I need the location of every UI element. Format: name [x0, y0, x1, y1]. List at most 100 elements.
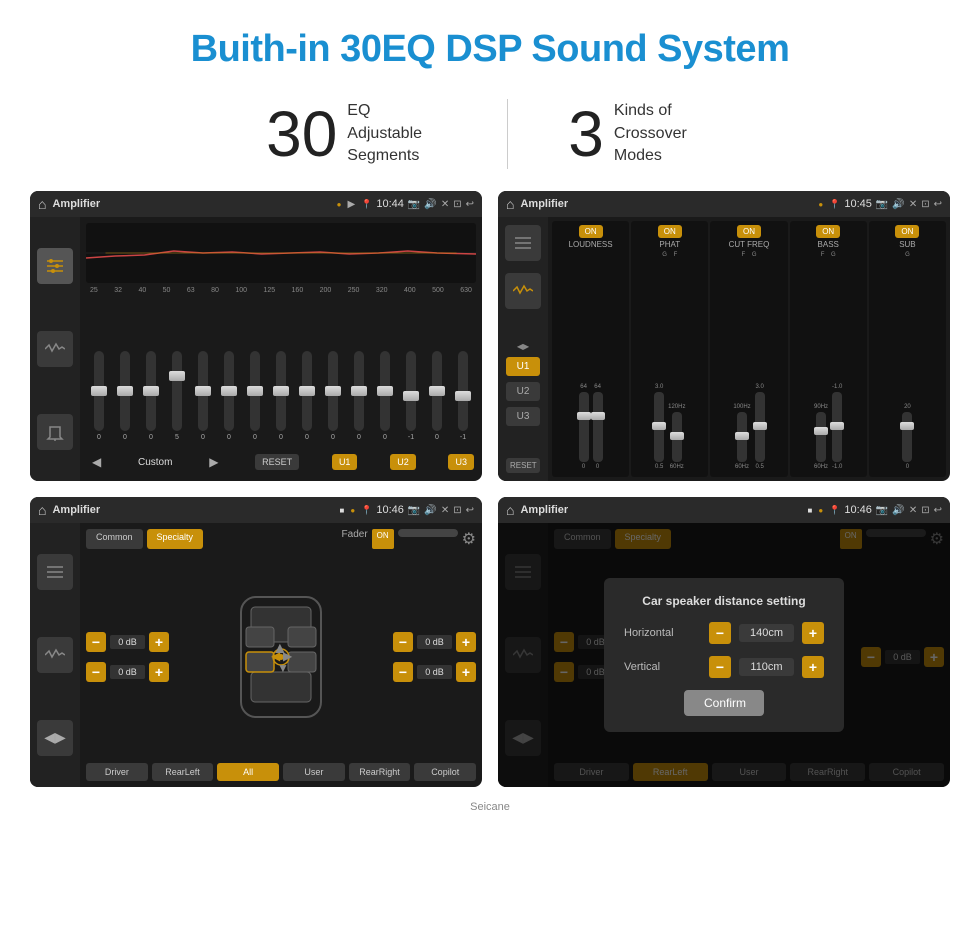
cross-sidebar-wave[interactable]: [505, 273, 541, 309]
eq-slider-12[interactable]: -1: [406, 351, 416, 441]
db-rr-minus[interactable]: −: [393, 662, 413, 682]
close-icon-2[interactable]: ✕: [909, 199, 917, 210]
eq-slider-6[interactable]: 0: [250, 351, 260, 441]
eq-slider-13[interactable]: 0: [432, 351, 442, 441]
eq-u1-btn[interactable]: U1: [332, 454, 358, 470]
cutfreq-sliders: 100Hz 60Hz 3.0 0.5: [733, 260, 764, 470]
spk-copilot-btn[interactable]: Copilot: [414, 763, 476, 781]
topbar-title-1: Amplifier: [52, 198, 330, 210]
db-rr-plus[interactable]: +: [456, 662, 476, 682]
eq-sidebar-btn-3[interactable]: [37, 414, 73, 450]
back-icon-3[interactable]: ↩: [466, 505, 474, 516]
cross-u3-btn[interactable]: U3: [506, 407, 540, 426]
eq-sidebar-btn-2[interactable]: [37, 331, 73, 367]
topbar-right-2: 📍 10:45 📷 🔊 ✕ ⊡ ↩: [829, 198, 942, 210]
eq-label: EQ AdjustableSegments: [347, 100, 447, 167]
eq-u3-btn[interactable]: U3: [448, 454, 474, 470]
dialog-vertical-plus[interactable]: +: [802, 656, 824, 678]
spk-sidebar-1[interactable]: [37, 554, 73, 590]
dialog-vertical-value: 110cm: [739, 658, 794, 676]
spk-user-btn[interactable]: User: [283, 763, 345, 781]
dialog-horizontal-plus[interactable]: +: [802, 622, 824, 644]
topbar-title-2: Amplifier: [520, 198, 812, 210]
eq-slider-0[interactable]: 0: [94, 351, 104, 441]
loudness-sliders: 64 0 64 0: [579, 252, 603, 470]
back-icon-2[interactable]: ↩: [934, 199, 942, 210]
cross-sidebar-icon[interactable]: [505, 225, 541, 261]
eq-slider-5[interactable]: 0: [224, 351, 234, 441]
eq-slider-2[interactable]: 0: [146, 351, 156, 441]
db-rl-plus[interactable]: +: [149, 662, 169, 682]
db-fr-plus[interactable]: +: [456, 632, 476, 652]
stats-row: 30 EQ AdjustableSegments 3 Kinds ofCross…: [0, 81, 980, 191]
camera-icon-4[interactable]: 📷: [876, 505, 888, 516]
spk-rearright-btn[interactable]: RearRight: [349, 763, 411, 781]
eq-sidebar-btn-1[interactable]: [37, 248, 73, 284]
eq-slider-10[interactable]: 0: [354, 351, 364, 441]
dialog-horizontal-minus[interactable]: −: [709, 622, 731, 644]
location-icon-4: 📍: [829, 505, 840, 516]
topbar-dot-3: ■: [339, 506, 344, 515]
spk-rearleft-btn[interactable]: RearLeft: [152, 763, 214, 781]
eq-slider-7[interactable]: 0: [276, 351, 286, 441]
fader-track[interactable]: [398, 529, 458, 537]
dialog-vertical-minus[interactable]: −: [709, 656, 731, 678]
sound-icon-2[interactable]: 🔊: [892, 199, 904, 210]
window-icon-2[interactable]: ⊡: [921, 199, 929, 210]
eq-slider-9[interactable]: 0: [328, 351, 338, 441]
eq-slider-8[interactable]: 0: [302, 351, 312, 441]
close-icon-3[interactable]: ✕: [441, 505, 449, 516]
eq-slider-11[interactable]: 0: [380, 351, 390, 441]
camera-icon-2[interactable]: 📷: [876, 199, 888, 210]
camera-icon-3[interactable]: 📷: [408, 505, 420, 516]
confirm-button[interactable]: Confirm: [684, 690, 764, 716]
spk-driver-btn[interactable]: Driver: [86, 763, 148, 781]
eq-slider-14[interactable]: -1: [458, 351, 468, 441]
close-icon-4[interactable]: ✕: [909, 505, 917, 516]
spk-tab-specialty[interactable]: Specialty: [147, 529, 204, 549]
loudness-on-btn[interactable]: ON: [579, 225, 603, 238]
back-icon-4[interactable]: ↩: [934, 505, 942, 516]
phat-on-btn[interactable]: ON: [658, 225, 682, 238]
spk-sidebar-2[interactable]: [37, 637, 73, 673]
sound-icon-4[interactable]: 🔊: [892, 505, 904, 516]
bass-on-btn[interactable]: ON: [816, 225, 840, 238]
topbar-play-1[interactable]: ▶: [347, 199, 355, 210]
cross-u1-btn[interactable]: U1: [506, 357, 540, 376]
cross-u2-btn[interactable]: U2: [506, 382, 540, 401]
db-fr-minus[interactable]: −: [393, 632, 413, 652]
cutfreq-on-btn[interactable]: ON: [737, 225, 761, 238]
cross-reset-btn[interactable]: RESET: [506, 458, 540, 473]
home-icon-2[interactable]: ⌂: [506, 196, 514, 212]
eq-reset-btn[interactable]: RESET: [255, 454, 299, 470]
window-icon-3[interactable]: ⊡: [453, 505, 461, 516]
close-icon-1[interactable]: ✕: [441, 199, 449, 210]
fader-on-btn[interactable]: ON: [372, 529, 394, 549]
spk-all-btn[interactable]: All: [217, 763, 279, 781]
home-icon-4[interactable]: ⌂: [506, 502, 514, 518]
spk-sidebar-3[interactable]: ◀▶: [37, 720, 73, 756]
topbar-title-4: Amplifier: [520, 504, 801, 516]
cross-sidebar-arrows[interactable]: ◀▶: [517, 342, 529, 351]
eq-u2-btn[interactable]: U2: [390, 454, 416, 470]
eq-prev-btn[interactable]: ◀: [88, 453, 105, 471]
sound-icon-3[interactable]: 🔊: [424, 505, 436, 516]
home-icon-3[interactable]: ⌂: [38, 502, 46, 518]
eq-next-btn[interactable]: ▶: [205, 453, 222, 471]
back-icon-1[interactable]: ↩: [466, 199, 474, 210]
eq-slider-4[interactable]: 0: [198, 351, 208, 441]
db-fl-plus[interactable]: +: [149, 632, 169, 652]
sound-icon-1[interactable]: 🔊: [424, 199, 436, 210]
gear-icon[interactable]: ⚙: [462, 529, 476, 549]
db-rl-minus[interactable]: −: [86, 662, 106, 682]
topbar-3: ⌂ Amplifier ■ ● 📍 10:46 📷 🔊 ✕ ⊡ ↩: [30, 497, 482, 523]
eq-slider-1[interactable]: 0: [120, 351, 130, 441]
window-icon-1[interactable]: ⊡: [453, 199, 461, 210]
camera-icon-1[interactable]: 📷: [408, 199, 420, 210]
db-fl-minus[interactable]: −: [86, 632, 106, 652]
window-icon-4[interactable]: ⊡: [921, 505, 929, 516]
home-icon-1[interactable]: ⌂: [38, 196, 46, 212]
sub-on-btn[interactable]: ON: [895, 225, 919, 238]
eq-slider-3[interactable]: 5: [172, 351, 182, 441]
spk-tab-common[interactable]: Common: [86, 529, 143, 549]
